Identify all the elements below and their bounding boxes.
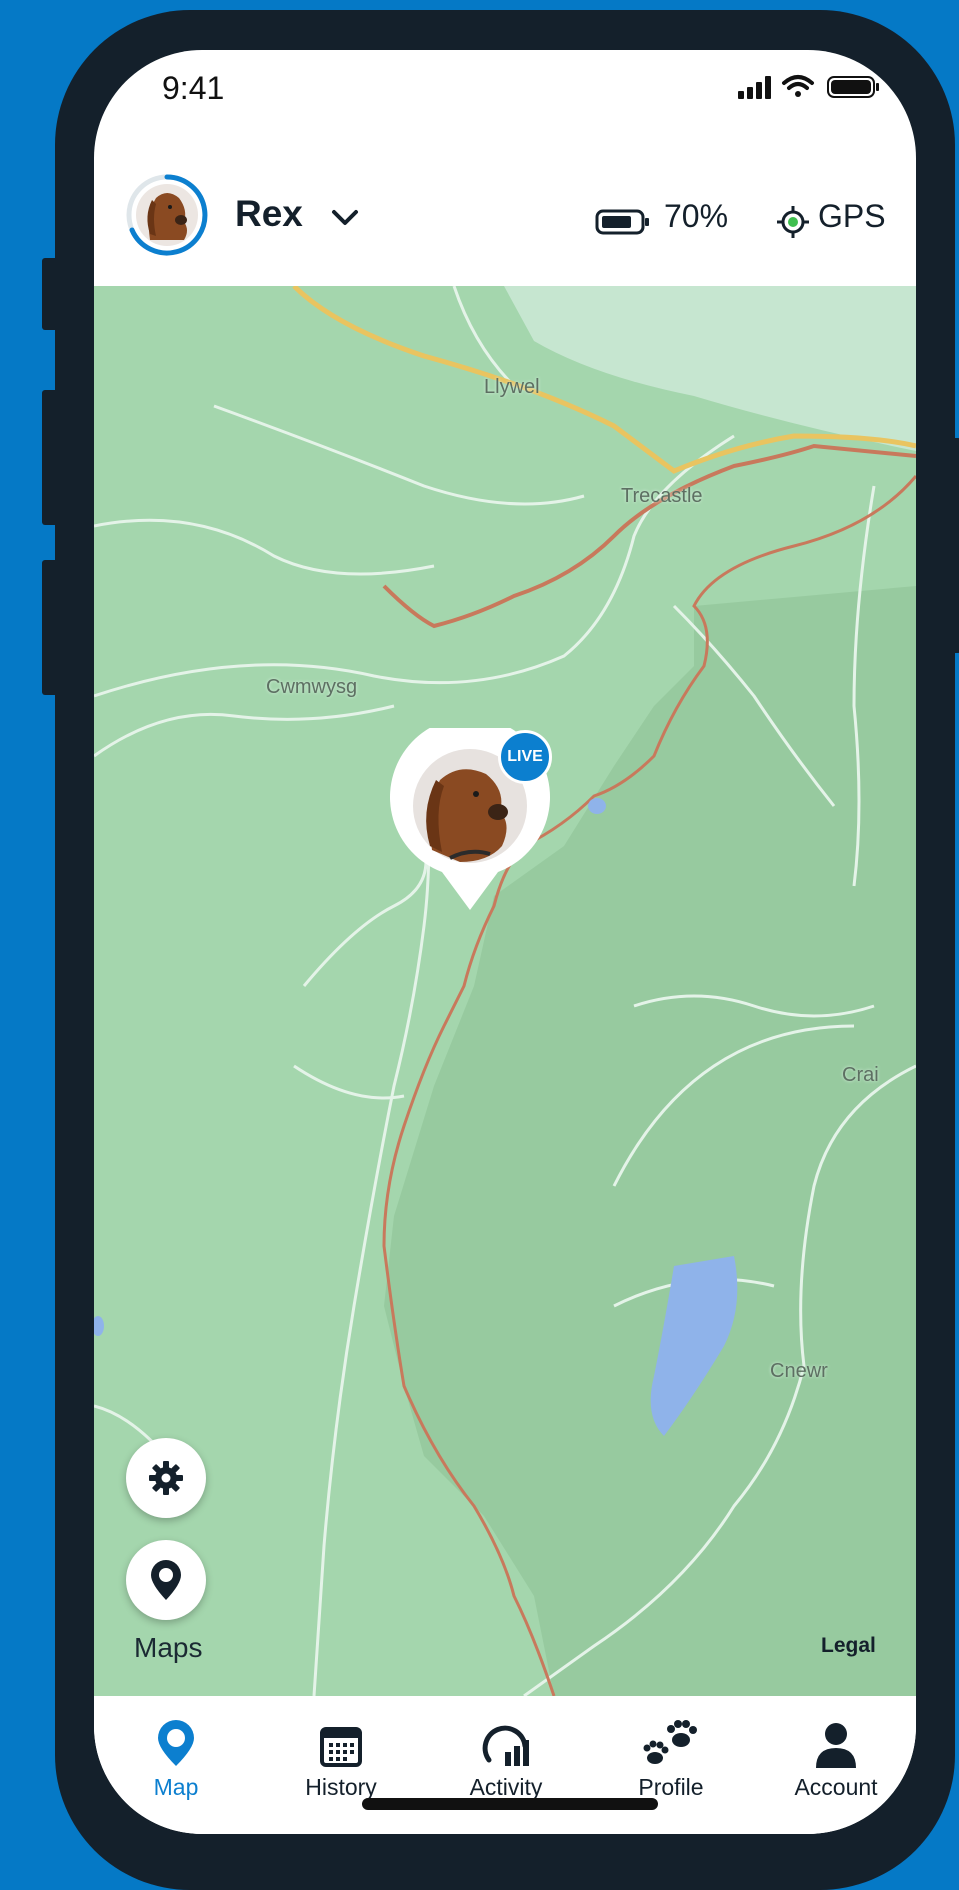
activity-chart-icon [482, 1725, 529, 1766]
map-place-label: Cwmwysg [266, 676, 358, 698]
live-badge: LIVE [498, 730, 552, 784]
wifi-icon [782, 75, 814, 97]
battery-status-icon [827, 76, 879, 98]
maps-label: Maps [134, 1632, 203, 1663]
tab-map[interactable]: Map [106, 1714, 246, 1814]
location-mode[interactable]: GPS [818, 198, 886, 235]
tab-label: Account [794, 1774, 878, 1800]
paw-icon [643, 1720, 697, 1764]
maps-button[interactable] [126, 1540, 206, 1620]
pet-avatar[interactable] [126, 174, 208, 256]
tab-label: Activity [469, 1774, 543, 1800]
map-pin-icon [158, 1720, 194, 1766]
tracker-battery-icon [595, 209, 649, 235]
gps-target-icon [777, 206, 809, 238]
status-bar: 9:41 [94, 50, 916, 130]
cellular-signal-icon [738, 76, 771, 99]
map-place-label: Cnewr [770, 1360, 828, 1382]
status-time: 9:41 [162, 70, 225, 106]
gear-icon [149, 1461, 183, 1495]
pet-header: Rex 70% GPS [94, 130, 916, 286]
tab-account[interactable]: Account [766, 1714, 906, 1814]
map-place-label: Llywel [484, 376, 540, 398]
map-settings-button[interactable] [126, 1438, 206, 1518]
calendar-icon [320, 1727, 362, 1767]
person-icon [816, 1723, 856, 1768]
home-indicator[interactable] [362, 1798, 658, 1810]
tab-label: Map [153, 1774, 199, 1800]
map-place-label: Trecastle [621, 485, 703, 507]
map-pin-icon [151, 1560, 181, 1600]
chevron-down-icon[interactable] [330, 208, 360, 228]
map-place-label: Crai [842, 1064, 879, 1086]
pet-name[interactable]: Rex [235, 193, 303, 235]
legal-link[interactable]: Legal [821, 1634, 876, 1658]
status-icons [736, 72, 886, 107]
tab-label: History [305, 1774, 377, 1800]
map-view[interactable]: Llywel Trecastle Cwmwysg Crai Cnewr LIVE [94, 286, 916, 1696]
tab-bar: Map History Activity Profile Account [94, 1696, 916, 1834]
phone-screen: 9:41 Rex 70% GPS Llywel Trecastle Cwmwys… [94, 50, 916, 1834]
map-terrain [94, 286, 916, 1696]
tracker-battery-percent: 70% [664, 198, 729, 234]
tab-label: Profile [638, 1774, 704, 1800]
